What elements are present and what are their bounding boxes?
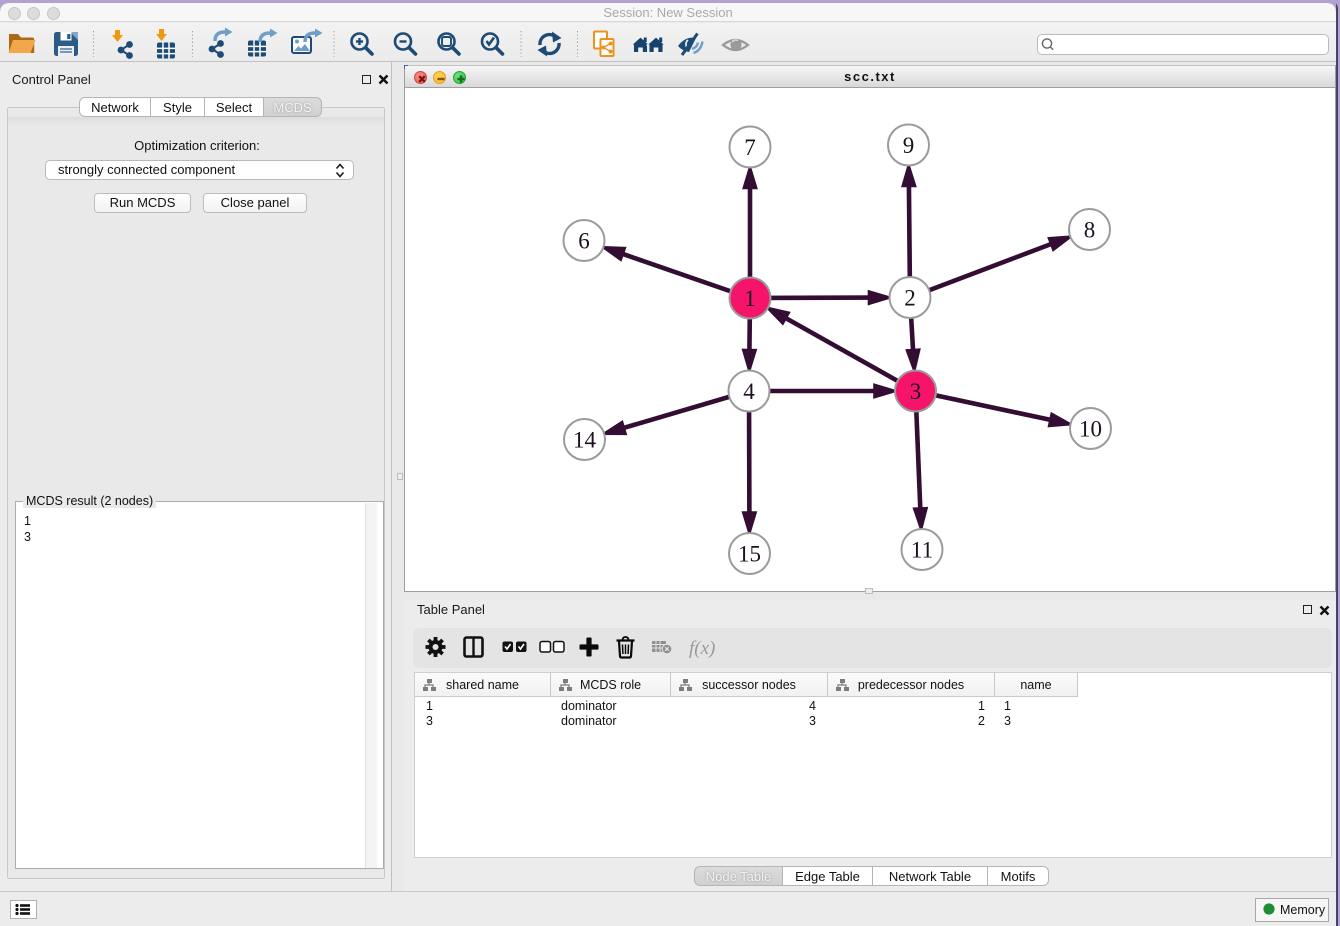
svg-text:10: 10 (1079, 417, 1102, 442)
svg-text:2: 2 (904, 286, 916, 311)
svg-text:f(x): f(x) (689, 638, 715, 659)
svg-text:11: 11 (911, 538, 933, 563)
svg-text:6: 6 (578, 229, 590, 254)
svg-text:4: 4 (743, 379, 755, 404)
svg-text:3: 3 (910, 379, 922, 404)
svg-text:7: 7 (744, 135, 756, 160)
svg-text:9: 9 (903, 133, 915, 158)
svg-text:8: 8 (1084, 218, 1096, 243)
svg-text:15: 15 (738, 542, 761, 567)
svg-text:1: 1 (744, 286, 756, 311)
svg-text:14: 14 (573, 428, 597, 453)
